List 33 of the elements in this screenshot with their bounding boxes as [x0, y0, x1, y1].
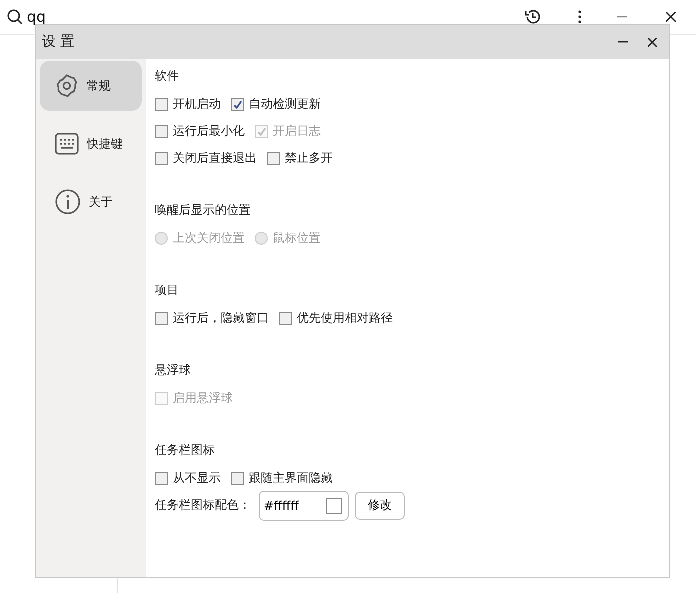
gear-icon: [55, 74, 79, 98]
checkbox-option[interactable]: 运行后最小化: [155, 123, 245, 140]
section-heading: 唤醒后显示的位置: [155, 202, 252, 219]
checkbox-option[interactable]: 运行后，隐藏窗口: [155, 310, 269, 327]
more-icon[interactable]: [578, 10, 582, 24]
checkbox-option[interactable]: 禁止多开: [267, 150, 333, 167]
checkbox-option[interactable]: 关闭后直接退出: [155, 150, 257, 167]
history-icon[interactable]: [524, 8, 542, 26]
checkbox-option[interactable]: 跟随主界面隐藏: [231, 470, 333, 487]
section-heading: 任务栏图标: [155, 442, 216, 459]
checkbox-option[interactable]: 自动检测更新: [231, 96, 321, 113]
search-icon[interactable]: [7, 9, 23, 25]
checkbox-option[interactable]: 优先使用相对路径: [279, 310, 393, 327]
checkbox-option[interactable]: 从不显示: [155, 470, 221, 487]
sidebar-item[interactable]: 常规: [40, 61, 142, 111]
section-heading: 项目: [155, 282, 180, 299]
modify-button[interactable]: 修改: [355, 492, 405, 520]
info-icon: [55, 189, 81, 215]
minimize-icon[interactable]: [617, 16, 627, 18]
checkbox-option[interactable]: 开机启动: [155, 96, 221, 113]
field-label: 任务栏图标配色：: [155, 497, 251, 514]
color-field[interactable]: #ffffff: [259, 490, 349, 520]
close-icon[interactable]: [648, 38, 657, 46]
window-title: 设 置: [42, 33, 74, 51]
keyboard-icon: [55, 133, 79, 155]
section-heading: 软件: [155, 68, 180, 85]
check-icon: [256, 126, 266, 136]
close-icon[interactable]: [666, 12, 676, 22]
sidebar-item[interactable]: 关于: [40, 177, 142, 227]
sidebar-item[interactable]: 快捷键: [40, 119, 142, 169]
section-heading: 悬浮球: [155, 362, 192, 379]
check-icon: [232, 100, 242, 110]
minimize-icon[interactable]: [618, 41, 628, 43]
